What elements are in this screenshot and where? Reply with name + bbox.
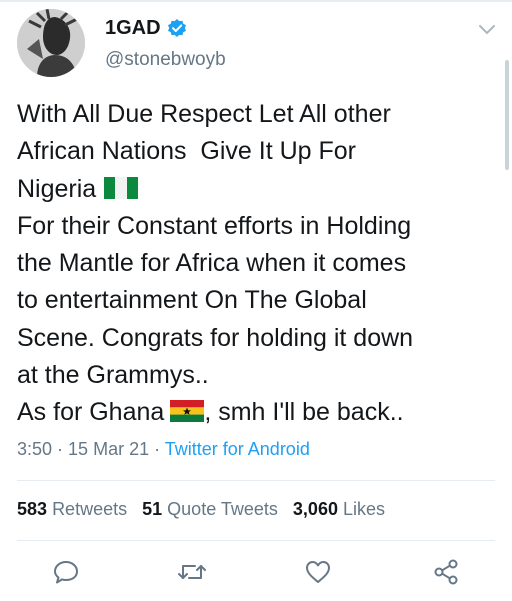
chevron-down-icon[interactable] <box>477 23 497 37</box>
display-name-row: 1GAD <box>105 15 187 41</box>
retweet-button[interactable] <box>176 556 208 588</box>
tweet-line: at the Grammys.. <box>17 361 209 390</box>
quote-tweets-label: Quote Tweets <box>167 499 278 519</box>
user-handle[interactable]: @stonebwoyb <box>105 49 226 71</box>
avatar[interactable] <box>17 9 85 77</box>
tweet-date[interactable]: 15 Mar 21 <box>68 439 149 459</box>
ghana-flag-icon <box>170 396 205 423</box>
tweet-line: With All Due Respect Let All other <box>17 100 391 128</box>
divider <box>17 540 495 541</box>
retweets-count: 583 <box>17 499 48 519</box>
tweet-line-text: , smh I'll be back.. <box>204 398 404 427</box>
share-button[interactable] <box>430 556 462 588</box>
display-name[interactable]: 1GAD <box>105 17 161 40</box>
tweet-text: With All Due Respect Let All other Afric… <box>17 96 502 432</box>
tweet-line: For their Constant efforts in Holding <box>17 211 412 240</box>
tweet-line-text: Nigeria <box>17 174 97 203</box>
retweet-icon <box>178 565 206 579</box>
scrollbar[interactable] <box>505 60 509 170</box>
quote-tweets-stat[interactable]: 51 Quote Tweets <box>142 499 278 519</box>
reply-icon <box>54 561 78 584</box>
tweet-line: the Mantle for Africa when it comes <box>17 249 407 278</box>
like-icon <box>306 561 330 583</box>
share-icon <box>434 559 458 585</box>
tweet-stats: 583 Retweets 51 Quote Tweets 3,060 Likes <box>17 499 385 520</box>
tweet-line: African Nations Give It Up For <box>17 137 357 166</box>
avatar-photo-icon <box>17 9 85 77</box>
meta-separator: · <box>52 439 69 459</box>
like-button[interactable] <box>302 556 334 588</box>
tweet-line-text: As for Ghana <box>17 398 165 427</box>
likes-label: Likes <box>342 499 386 519</box>
tweet-source-link[interactable]: Twitter for Android <box>165 439 310 459</box>
tweet-actions <box>0 556 512 588</box>
tweet-header: 1GAD @stonebwoyb <box>17 9 497 84</box>
tweet-line: As for Ghana , smh I'll be back.. <box>17 394 502 431</box>
tweet-meta: 3:50 · 15 Mar 21 · Twitter for Android <box>17 439 310 460</box>
tweet-line: to entertainment On The Global <box>17 286 367 315</box>
divider <box>17 480 495 481</box>
tweet-line: Nigeria <box>17 171 502 208</box>
meta-separator: · <box>149 439 165 459</box>
quote-tweets-count: 51 <box>142 499 163 519</box>
verified-badge-icon <box>167 18 187 38</box>
tweet-time[interactable]: 3:50 <box>17 439 52 459</box>
likes-count: 3,060 <box>292 499 338 519</box>
retweets-label: Retweets <box>52 499 128 519</box>
top-border <box>0 0 512 2</box>
likes-stat[interactable]: 3,060 Likes <box>293 499 385 519</box>
reply-button[interactable] <box>50 556 82 588</box>
tweet-line: Scene. Congrats for holding it down <box>17 323 414 352</box>
retweets-stat[interactable]: 583 Retweets <box>17 499 127 519</box>
nigeria-flag-icon <box>104 173 139 199</box>
